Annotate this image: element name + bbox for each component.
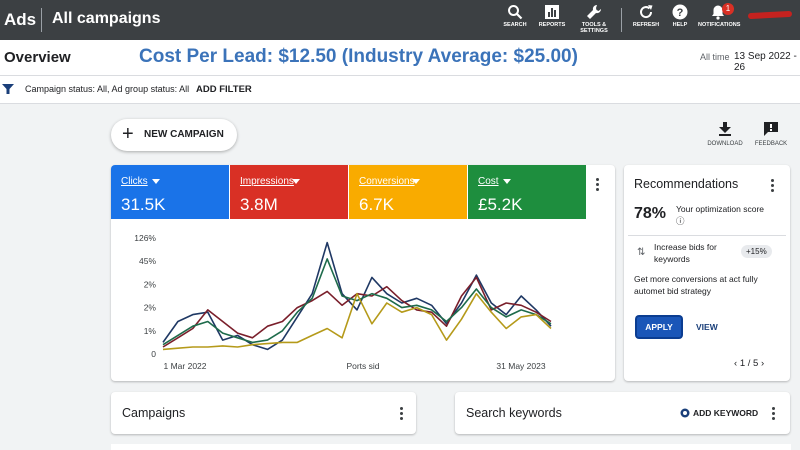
metric-value: £5.2K [478, 195, 523, 214]
download-label: DOWNLOAD [707, 141, 743, 147]
cost-per-lead-headline: Cost Per Lead: $12.50 (Industry Average:… [139, 46, 578, 67]
reports-button[interactable]: REPORTS [532, 4, 572, 28]
add-keyword-button[interactable]: ADD KEYWORD [693, 408, 758, 418]
campaigns-title: Campaigns [122, 406, 186, 420]
metric-conversions[interactable]: Conversions 6.7K [349, 165, 467, 219]
metric-name: Cost [478, 176, 499, 187]
chevron-down-icon [152, 179, 160, 184]
reports-label: REPORTS [538, 22, 566, 28]
info-icon[interactable]: ⓘ [676, 216, 685, 226]
notifications-button[interactable]: 1 NOTIFICATIONS [698, 3, 741, 28]
view-button[interactable]: VIEW [696, 322, 718, 332]
feedback-label: FEEDBACK [754, 141, 788, 147]
top-bar: Ads All campaigns SEARCH REPORTS TOOLS &… [0, 0, 800, 40]
metric-name: Conversions [359, 176, 415, 187]
date-range-selector[interactable]: 13 Sep 2022 - 26 [734, 51, 800, 73]
svg-text:?: ? [677, 7, 684, 19]
y-tick-label: 1% [144, 326, 157, 336]
download-icon [719, 122, 731, 136]
pager-text: 1 / 5 [739, 358, 759, 369]
series-line-3 [162, 292, 552, 351]
x-tick-label: 1 Mar 2022 [164, 361, 207, 371]
recommendation-description: Get more conversions at act fully autome… [634, 274, 758, 296]
help-icon: ? [672, 4, 688, 20]
metric-value: 31.5K [121, 195, 166, 214]
chevron-down-icon [503, 179, 511, 184]
y-tick-label: 2% [144, 303, 157, 313]
plus-icon: + [122, 123, 134, 145]
filter-bar: Campaign status: All, Ad group status: A… [0, 76, 800, 104]
search-icon [508, 5, 523, 20]
chevron-left-icon[interactable]: ‹ [734, 358, 737, 369]
optimization-score-label: Your optimization score ⓘ [676, 204, 765, 226]
new-campaign-button[interactable]: + NEW CAMPAIGN [111, 119, 237, 151]
apply-button[interactable]: APPLY [637, 317, 681, 337]
metric-clicks[interactable]: Clicks 31.5K [111, 165, 229, 219]
chevron-right-icon[interactable]: › [761, 358, 764, 369]
series-line-2 [162, 258, 552, 346]
help-button[interactable]: ? HELP [660, 4, 700, 28]
divider [621, 8, 622, 32]
metric-value: 6.7K [359, 195, 394, 214]
uplift-badge: +15% [741, 245, 772, 258]
search-keywords-title: Search keywords [466, 406, 562, 420]
next-card-edge [111, 444, 791, 450]
add-filter-button[interactable]: ADD FILTER [196, 84, 252, 95]
notifications-label: NOTIFICATIONS [698, 22, 741, 28]
tools-settings-button[interactable]: TOOLS & SETTINGS [574, 4, 614, 34]
x-tick-label: 31 May 2023 [496, 361, 545, 371]
help-label: HELP [672, 22, 688, 28]
performance-chart-card: Clicks 31.5K Impressions 3.8M Conversion… [111, 165, 615, 381]
optimization-score: 78% [634, 205, 667, 222]
recommendation-pager: ‹ 1 / 5 › [734, 358, 764, 369]
more-options-icon[interactable] [596, 178, 602, 193]
more-options-icon[interactable] [400, 407, 403, 422]
new-campaign-label: NEW CAMPAIGN [144, 129, 224, 140]
overview-header: Overview Cost Per Lead: $12.50 (Industry… [0, 40, 800, 76]
chevron-down-icon [292, 179, 300, 184]
all-time-label: All time [700, 52, 730, 62]
more-options-icon[interactable] [772, 407, 775, 422]
page-title: All campaigns [52, 10, 161, 27]
x-tick-label: Ports sid [346, 361, 379, 371]
y-tick-label: 2% [144, 279, 157, 289]
notification-badge: 1 [722, 3, 734, 15]
overview-title: Overview [4, 49, 71, 66]
campaigns-card[interactable]: Campaigns [111, 392, 416, 434]
recommendations-title: Recommendations [634, 177, 739, 191]
more-options-icon[interactable] [771, 179, 774, 194]
y-tick-label: 45% [139, 256, 156, 266]
y-tick-label: 126% [134, 233, 156, 243]
metric-name: Impressions [240, 176, 294, 187]
metric-name: Clicks [121, 176, 148, 187]
feedback-icon [764, 122, 778, 136]
divider [628, 235, 786, 236]
y-tick-label: 0 [151, 349, 156, 359]
bid-adjust-icon: ⇅ [637, 247, 646, 258]
search-keywords-card[interactable]: Search keywords ADD KEYWORD [455, 392, 790, 434]
recommendation-item-text: Increase bids for keywords [654, 242, 717, 264]
chevron-down-icon [412, 179, 420, 184]
tools-settings-label: TOOLS & SETTINGS [580, 22, 608, 34]
performance-line-chart: 126% 45% 2% 2% 1% 0 1 Mar 2022 Ports sid 31 May … [134, 233, 552, 371]
brand-logo[interactable]: Ads [4, 10, 36, 30]
status-filter-text[interactable]: Campaign status: All, Ad group status: A… [25, 84, 189, 94]
filter-icon[interactable] [2, 83, 14, 95]
search-label: SEARCH [503, 22, 527, 28]
wrench-icon [587, 4, 602, 19]
refresh-icon [640, 5, 653, 19]
divider [41, 8, 42, 32]
recommendations-card: Recommendations 78% Your optimization sc… [624, 165, 790, 381]
metric-value: 3.8M [240, 195, 278, 214]
account-avatar[interactable] [747, 10, 793, 20]
metric-cost[interactable]: Cost £5.2K [468, 165, 586, 219]
metric-impressions[interactable]: Impressions 3.8M [230, 165, 348, 219]
search-button[interactable]: SEARCH [495, 4, 535, 28]
add-circle-icon [680, 408, 690, 418]
reports-icon [545, 5, 559, 19]
download-button[interactable]: DOWNLOAD [707, 122, 743, 147]
feedback-button[interactable]: FEEDBACK [753, 122, 789, 147]
